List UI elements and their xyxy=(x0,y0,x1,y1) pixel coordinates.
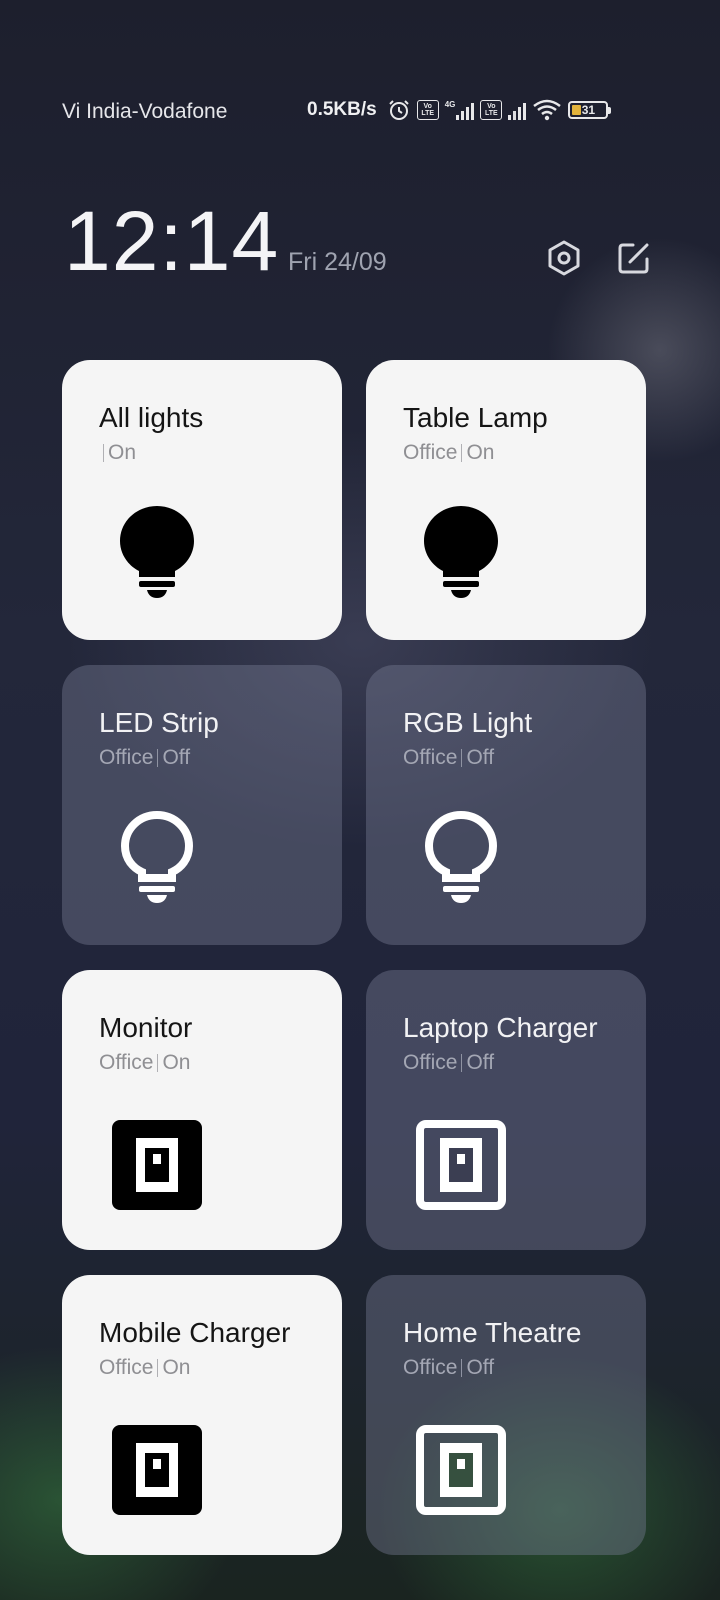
status-bar: Vi India-Vodafone 0.5KB/s Vo LTE 4G Vo LTE… xyxy=(0,92,720,132)
device-status-line: Office On xyxy=(403,440,646,466)
bulb-outline-icon xyxy=(424,810,498,903)
clock: 12:14 xyxy=(64,194,280,288)
device-status: On xyxy=(108,441,137,464)
device-status-line: Office Off xyxy=(99,745,342,771)
device-status: Off xyxy=(466,1051,495,1074)
carrier-name: Vi India-Vodafone xyxy=(62,100,228,123)
network-speed: 0.5KB/s xyxy=(307,99,377,120)
switch-outline-icon xyxy=(416,1425,506,1515)
device-status-line: On xyxy=(99,440,342,466)
device-status-line: Office Off xyxy=(403,1050,646,1076)
device-status: On xyxy=(162,1356,191,1379)
device-status: On xyxy=(466,441,495,464)
settings-button[interactable] xyxy=(542,236,586,280)
bulb-outline-icon xyxy=(120,810,194,903)
device-status: On xyxy=(162,1051,191,1074)
device-name: RGB Light xyxy=(403,707,533,738)
device-name: Monitor xyxy=(99,1012,193,1043)
device-tile-led-strip[interactable]: LED Strip Office Off xyxy=(62,665,342,945)
device-room: Office xyxy=(403,1051,458,1074)
hexagon-settings-icon xyxy=(548,240,580,276)
edit-icon xyxy=(618,243,649,274)
device-room: Office xyxy=(403,746,458,769)
status-icons: 0.5KB/s Vo LTE 4G Vo LTE 31 xyxy=(307,98,612,122)
device-tile-mobile-charger[interactable]: Mobile Charger Office On xyxy=(62,1275,342,1555)
device-name: Table Lamp xyxy=(403,402,548,433)
device-tile-laptop-charger[interactable]: Laptop Charger Office Off xyxy=(366,970,646,1250)
device-name: LED Strip xyxy=(99,707,219,738)
device-tile-rgb-light[interactable]: RGB Light Office Off xyxy=(366,665,646,945)
alarm-icon xyxy=(387,98,411,122)
network-type: 4G xyxy=(444,100,456,109)
device-name: Laptop Charger xyxy=(403,1012,598,1043)
signal-icon-2 xyxy=(508,100,527,120)
device-status: Off xyxy=(466,746,495,769)
device-status-line: Office On xyxy=(99,1355,342,1381)
switch-icon xyxy=(112,1120,202,1210)
battery-icon: 31 xyxy=(568,101,612,119)
device-name: Mobile Charger xyxy=(99,1317,291,1348)
device-name: All lights xyxy=(99,402,204,433)
signal-icon: 4G xyxy=(445,100,475,120)
device-tile-all-lights[interactable]: All lights On xyxy=(62,360,342,640)
device-tile-home-theatre[interactable]: Home Theatre Office Off xyxy=(366,1275,646,1555)
volte-icon: Vo LTE xyxy=(416,100,439,120)
device-status: Off xyxy=(466,1356,495,1379)
volte-icon-2: Vo LTE xyxy=(480,100,503,120)
device-room: Office xyxy=(99,1051,154,1074)
device-status-line: Office Off xyxy=(403,745,646,771)
device-room: Office xyxy=(99,1356,154,1379)
switch-outline-icon xyxy=(416,1120,506,1210)
device-room: Office xyxy=(99,746,154,769)
device-status-line: Office Off xyxy=(403,1355,646,1381)
device-tile-monitor[interactable]: Monitor Office On xyxy=(62,970,342,1250)
battery-level: 31 xyxy=(581,103,596,117)
device-room: Office xyxy=(403,441,458,464)
bulb-icon xyxy=(424,506,498,598)
device-status: Off xyxy=(162,746,191,769)
wifi-icon xyxy=(532,99,562,121)
device-name: Home Theatre xyxy=(403,1317,582,1348)
bulb-icon xyxy=(120,506,194,598)
date: Fri 24/09 xyxy=(288,248,387,276)
device-room: Office xyxy=(403,1356,458,1379)
device-status-line: Office On xyxy=(99,1050,342,1076)
edit-button[interactable] xyxy=(612,236,656,280)
device-tile-table-lamp[interactable]: Table Lamp Office On xyxy=(366,360,646,640)
switch-icon xyxy=(112,1425,202,1515)
